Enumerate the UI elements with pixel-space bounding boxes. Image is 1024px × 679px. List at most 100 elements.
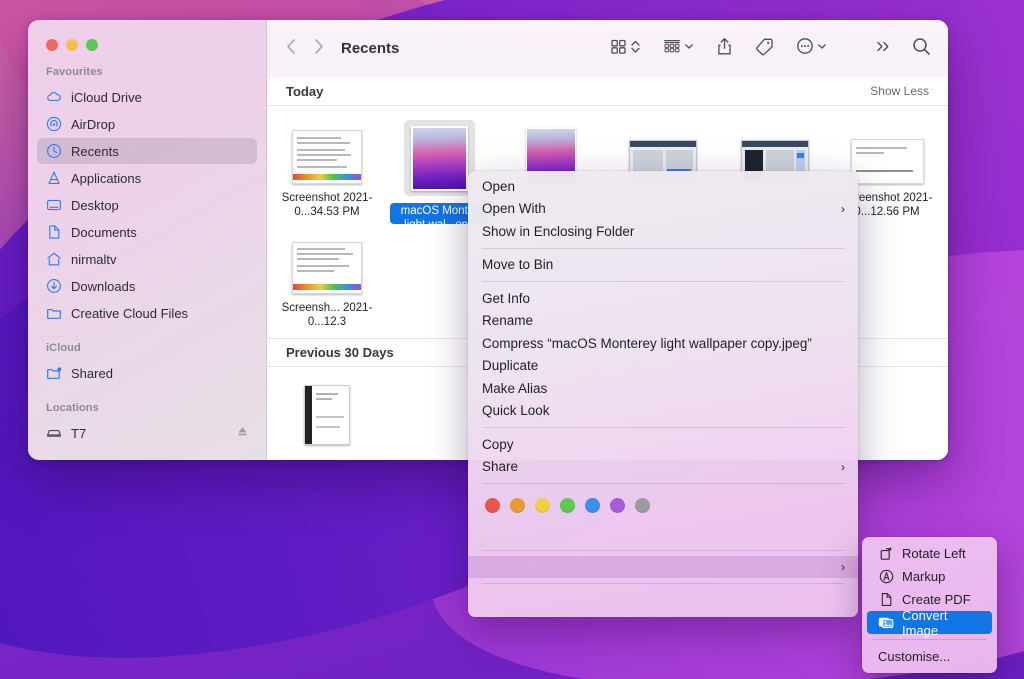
group-by-button[interactable] xyxy=(663,38,694,60)
desktop-icon xyxy=(45,197,62,214)
menu-item-quick-look[interactable]: Quick Look xyxy=(468,400,858,423)
search-button[interactable] xyxy=(912,37,931,61)
menu-item-get-info[interactable]: Get Info xyxy=(468,287,858,310)
menu-item-label: Compress “macOS Monterey light wallpaper… xyxy=(482,335,812,351)
sidebar-item-creative-cloud-files[interactable]: Creative Cloud Files xyxy=(37,300,257,326)
menu-item-share[interactable]: Share › xyxy=(468,456,858,479)
sidebar-item-label: Shared xyxy=(71,365,113,381)
tag-color-row[interactable] xyxy=(468,489,858,522)
finder-sidebar: Favourites iCloud Drive AirDrop Recents … xyxy=(28,20,267,460)
menu-item-compress[interactable]: Compress “macOS Monterey light wallpaper… xyxy=(468,332,858,355)
submenu-item-customise[interactable]: Customise... xyxy=(867,645,992,668)
sidebar-item-home[interactable]: nirmaltv xyxy=(37,246,257,272)
menu-item-tags[interactable] xyxy=(468,522,858,545)
tag-color-grey[interactable] xyxy=(635,498,650,513)
sidebar-item-airdrop[interactable]: AirDrop xyxy=(37,111,257,137)
menu-item-open-with[interactable]: Open With › xyxy=(468,198,858,221)
show-less-button[interactable]: Show Less xyxy=(870,84,929,98)
menu-item-show-in-enclosing-folder[interactable]: Show in Enclosing Folder xyxy=(468,220,858,243)
context-menu[interactable]: Open Open With › Show in Enclosing Folder… xyxy=(468,171,858,617)
window-controls[interactable] xyxy=(28,20,266,51)
tag-color-green[interactable] xyxy=(560,498,575,513)
close-button[interactable] xyxy=(46,39,58,51)
sidebar-item-label: Documents xyxy=(71,224,137,240)
menu-item-move-to-bin[interactable]: Move to Bin xyxy=(468,254,858,277)
markup-icon xyxy=(878,569,894,584)
menu-item-label: Open xyxy=(482,178,516,194)
menu-item-label: Move to Bin xyxy=(482,257,554,273)
shared-folder-icon xyxy=(45,365,62,382)
file-thumbnail xyxy=(850,120,924,184)
submenu-item-markup[interactable]: Markup xyxy=(867,565,992,588)
sidebar-item-icloud-drive[interactable]: iCloud Drive xyxy=(37,84,257,110)
sidebar-item-shared[interactable]: Shared xyxy=(37,360,257,386)
menu-item-copy[interactable]: Copy xyxy=(468,433,858,456)
menu-item-label: Quick Look xyxy=(482,403,550,419)
submenu-item-rotate-left[interactable]: Rotate Left xyxy=(867,542,992,565)
quick-actions-submenu[interactable]: Rotate Left Markup Create PDF Convert Im… xyxy=(862,537,997,673)
file-thumbnail xyxy=(292,230,362,294)
file-thumbnail xyxy=(292,120,362,184)
more-actions-icon xyxy=(796,37,814,60)
menu-item-duplicate[interactable]: Duplicate xyxy=(468,355,858,378)
menu-item-label: Duplicate xyxy=(482,358,539,374)
sidebar-item-downloads[interactable]: Downloads xyxy=(37,273,257,299)
menu-item-open[interactable]: Open xyxy=(468,175,858,198)
chevron-right-icon[interactable] xyxy=(312,38,325,60)
sidebar-item-label: Creative Cloud Files xyxy=(71,305,189,321)
eject-icon[interactable] xyxy=(236,425,249,441)
file-item[interactable]: Screensh... 2021-0...12.3 xyxy=(271,224,383,334)
share-button[interactable] xyxy=(716,37,733,61)
menu-item-rename[interactable]: Rename xyxy=(468,310,858,333)
external-drive-icon xyxy=(45,425,62,442)
submenu-item-label: Markup xyxy=(902,569,946,584)
tag-color-yellow[interactable] xyxy=(535,498,550,513)
sidebar-item-applications[interactable]: Applications xyxy=(37,165,257,191)
toolbar-overflow-button[interactable] xyxy=(875,39,892,59)
more-actions-button[interactable] xyxy=(796,37,827,60)
menu-item-label: Show in Enclosing Folder xyxy=(482,223,635,239)
menu-item-make-alias[interactable]: Make Alias xyxy=(468,377,858,400)
sidebar-item-recents[interactable]: Recents xyxy=(37,138,257,164)
finder-toolbar: Recents xyxy=(267,20,948,77)
menu-item-quick-actions[interactable]: › xyxy=(468,555,858,578)
section-title: Previous 30 Days xyxy=(286,345,394,360)
document-icon xyxy=(45,224,62,241)
tag-button[interactable] xyxy=(755,37,774,61)
sidebar-item-documents[interactable]: Documents xyxy=(37,219,257,245)
applications-icon xyxy=(45,170,62,187)
zoom-button[interactable] xyxy=(86,39,98,51)
nav-buttons[interactable] xyxy=(285,38,325,60)
tag-color-blue[interactable] xyxy=(585,498,600,513)
file-item[interactable]: Screenshot 2021-0...34.53 PM xyxy=(271,114,383,224)
overflow-chevrons-icon xyxy=(875,39,892,59)
file-item[interactable] xyxy=(271,375,383,460)
sidebar-item-label: nirmaltv xyxy=(71,251,117,267)
share-icon xyxy=(716,37,733,61)
icon-view-icon xyxy=(610,38,627,60)
icloud-icon xyxy=(45,89,62,106)
sidebar-item-label: AirDrop xyxy=(71,116,116,132)
view-switch-button[interactable] xyxy=(610,38,641,60)
file-thumbnail xyxy=(403,120,475,196)
submenu-item-convert-image[interactable]: Convert Image xyxy=(867,608,992,638)
tag-color-red[interactable] xyxy=(485,498,500,513)
sidebar-item-t7[interactable]: T7 xyxy=(37,420,257,446)
clock-icon xyxy=(45,143,62,160)
sidebar-item-desktop[interactable]: Desktop xyxy=(37,192,257,218)
menu-item-label: Share xyxy=(482,459,519,475)
section-title: Today xyxy=(286,83,324,99)
tag-color-purple[interactable] xyxy=(610,498,625,513)
menu-separator xyxy=(482,483,845,484)
chevron-down-icon xyxy=(817,38,827,60)
minimise-button[interactable] xyxy=(66,39,78,51)
convert-image-icon xyxy=(878,615,894,630)
home-icon xyxy=(45,251,62,268)
tag-color-orange[interactable] xyxy=(510,498,525,513)
chevron-left-icon[interactable] xyxy=(285,38,298,60)
menu-item-label: Open With xyxy=(482,201,546,217)
tag-icon xyxy=(755,37,774,61)
menu-item-set-desktop-picture[interactable] xyxy=(468,589,858,612)
section-header-today: Today Show Less xyxy=(267,77,948,106)
menu-item-label: Rename xyxy=(482,313,534,329)
